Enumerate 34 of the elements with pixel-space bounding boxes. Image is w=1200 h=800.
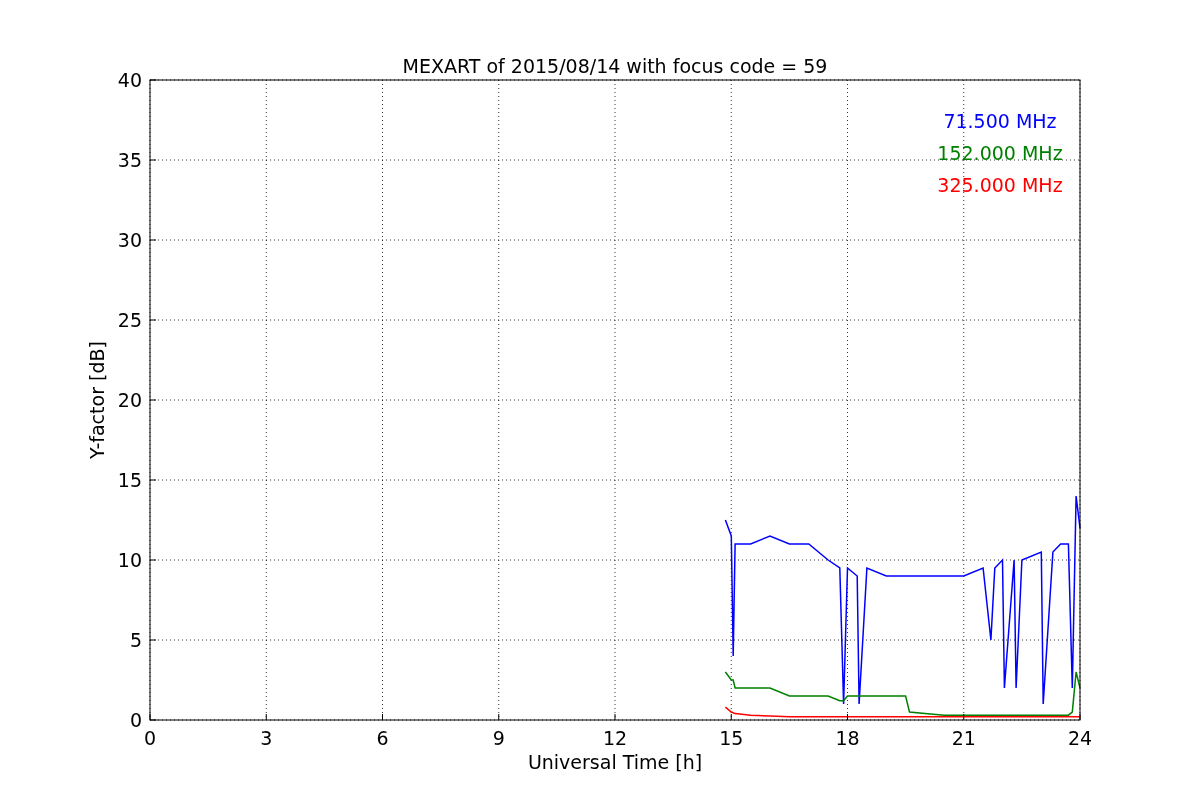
tick-mark xyxy=(149,639,157,641)
tick-mark xyxy=(149,239,157,241)
y-axis-label: Y-factor [dB] xyxy=(86,341,108,459)
tick-mark xyxy=(149,399,157,401)
y-tick-label: 25 xyxy=(117,309,142,331)
tick-mark xyxy=(730,713,732,721)
y-tick-label: 15 xyxy=(117,469,142,491)
x-tick-label: 15 xyxy=(719,727,744,749)
legend-label: 71.500 MHz xyxy=(943,110,1057,132)
y-tick-label: 10 xyxy=(117,549,142,571)
tick-mark xyxy=(149,559,157,561)
legend-label: 152.000 MHz xyxy=(937,142,1063,164)
y-tick-label: 20 xyxy=(117,389,142,411)
tick-mark xyxy=(1079,713,1081,721)
tick-mark xyxy=(149,479,157,481)
chart-title: MEXART of 2015/08/14 with focus code = 59 xyxy=(402,55,828,77)
x-tick-label: 6 xyxy=(376,727,389,749)
y-tick-label: 0 xyxy=(129,709,142,731)
tick-mark xyxy=(149,319,157,321)
tick-mark xyxy=(149,79,157,81)
x-tick-label: 12 xyxy=(602,727,628,749)
x-tick-label: 0 xyxy=(143,727,157,749)
x-tick-label: 18 xyxy=(835,727,860,749)
tick-mark xyxy=(149,159,157,161)
y-tick-label: 35 xyxy=(117,149,142,171)
y-tick-label: 40 xyxy=(117,69,142,91)
y-tick-label: 5 xyxy=(129,629,142,651)
x-tick-label: 21 xyxy=(951,727,976,749)
x-tick-label: 9 xyxy=(492,727,505,749)
x-axis-label: Universal Time [h] xyxy=(527,751,703,773)
legend-label: 325.000 MHz xyxy=(937,174,1063,196)
y-tick-label: 30 xyxy=(117,229,142,251)
x-tick-label: 3 xyxy=(260,727,273,749)
x-tick-label: 24 xyxy=(1067,727,1093,749)
